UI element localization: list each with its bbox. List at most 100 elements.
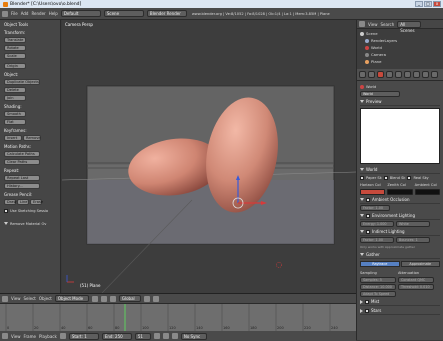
horizon-color-swatch[interactable] (360, 188, 386, 195)
remove-keyframe-button[interactable]: Remove (23, 135, 41, 141)
ao-factor-field[interactable]: Factor: 1.00 (360, 204, 390, 211)
approximate-tab[interactable]: Approximate (400, 261, 440, 267)
editor-type-icon[interactable] (2, 295, 8, 302)
render-tab-icon[interactable] (359, 71, 366, 78)
sampling-method-field[interactable]: Constant QMC (398, 276, 434, 283)
mist-checkbox[interactable] (365, 299, 369, 304)
origin-button[interactable]: Origin (4, 63, 26, 69)
maximize-button[interactable]: □ (424, 1, 432, 7)
scale-button[interactable]: Scale (4, 53, 26, 59)
mode-selector[interactable]: Object Mode (54, 295, 89, 302)
texture-tab-icon[interactable] (431, 71, 438, 78)
samples-field[interactable]: Samples: 5 (360, 276, 396, 283)
outliner-menu-view[interactable]: View (368, 22, 378, 27)
data-tab-icon[interactable] (413, 71, 420, 78)
3d-viewport[interactable]: Camera Persp (51) Plane (62, 20, 356, 293)
pivot-point-icon[interactable] (100, 295, 107, 302)
distance-field[interactable]: Distance: 10.000 (360, 283, 396, 290)
start-frame-field[interactable]: Start: 1 (68, 332, 99, 340)
menu-help[interactable]: Help (49, 11, 58, 16)
menu-playback[interactable]: Playback (39, 334, 57, 339)
viewport-shading-icon[interactable] (91, 295, 98, 302)
indirect-bounces-field[interactable]: Bounces: 1 (396, 236, 430, 243)
duplicate-objects-button[interactable]: Duplicate Objects (4, 79, 40, 85)
smooth-button[interactable]: Smooth (4, 111, 26, 117)
outliner-item[interactable]: Plane (360, 58, 440, 65)
blend-sky-checkbox[interactable] (383, 175, 388, 180)
minimize-button[interactable]: _ (415, 1, 423, 7)
menu-view[interactable]: View (11, 334, 21, 339)
render-engine-field[interactable]: Blender Render (146, 10, 187, 17)
end-frame-field[interactable]: End: 250 (101, 332, 132, 340)
paper-sky-checkbox[interactable] (360, 175, 364, 180)
threshold-field[interactable]: Threshold: 0.010 (398, 283, 434, 290)
env-color-field[interactable]: White (396, 220, 430, 227)
outliner-item[interactable]: RenderLayers (360, 37, 440, 44)
play-icon[interactable] (162, 333, 169, 339)
editor-type-icon[interactable] (2, 10, 8, 17)
env-energy-field[interactable]: Energy: 1.000 (360, 220, 394, 227)
real-sky-checkbox[interactable] (407, 175, 412, 180)
sketching-checkbox[interactable] (4, 208, 8, 213)
menu-object[interactable]: Object (39, 296, 52, 301)
indirect-lighting-header[interactable]: Indirect Lighting (360, 228, 440, 236)
ambient-color-swatch[interactable] (414, 188, 440, 195)
menu-select[interactable]: Select (24, 296, 36, 301)
line-button[interactable]: Line (17, 199, 29, 205)
outliner-item[interactable]: Camera (360, 51, 440, 58)
jump-start-icon[interactable] (153, 333, 160, 339)
environment-lighting-checkbox[interactable] (366, 213, 370, 218)
sync-mode-field[interactable]: No Sync (180, 332, 207, 340)
indirect-lighting-checkbox[interactable] (366, 229, 370, 234)
gather-header[interactable]: Gather (360, 251, 440, 259)
rotate-button[interactable]: Rotate (4, 45, 26, 51)
ambient-occlusion-checkbox[interactable] (366, 197, 370, 202)
outliner-item[interactable]: World (360, 44, 440, 51)
remove-material-row[interactable]: Remove Material Ov (4, 220, 56, 227)
translate-button[interactable]: Translate (4, 37, 26, 43)
editor-type-icon[interactable] (2, 333, 8, 339)
menu-render[interactable]: Render (31, 11, 45, 16)
outliner-menu-search[interactable]: Search (381, 22, 395, 27)
indirect-factor-field[interactable]: Factor: 1.00 (360, 236, 394, 243)
menu-view[interactable]: View (11, 296, 21, 301)
manipulator-icon[interactable] (109, 295, 116, 302)
snap-icon[interactable] (152, 295, 159, 302)
repeat-last-button[interactable]: Repeat Last (4, 175, 40, 181)
jump-end-icon[interactable] (171, 333, 178, 339)
erase-button[interactable]: Erase (30, 199, 43, 205)
transform-orientation-field[interactable]: Global (118, 295, 141, 302)
calculate-paths-button[interactable]: Calculate Paths (4, 151, 40, 157)
constraints-tab-icon[interactable] (395, 71, 402, 78)
zenith-color-swatch[interactable] (387, 188, 413, 195)
object-tab-icon[interactable] (386, 71, 393, 78)
timeline-track[interactable]: 0 20 40 60 80 100 120 140 160 180 200 220 240 (0, 304, 356, 331)
modifiers-tab-icon[interactable] (404, 71, 411, 78)
scene-tab-icon[interactable] (368, 71, 375, 78)
flat-button[interactable]: Flat (4, 119, 26, 125)
world-datablock-field[interactable]: World (360, 90, 400, 97)
stars-header[interactable]: Stars (360, 307, 440, 315)
screen-layout-field[interactable]: Default (60, 10, 101, 17)
preview-panel-header[interactable]: Preview (360, 98, 440, 106)
current-frame-field[interactable]: 51 (134, 332, 151, 340)
raytrace-tab[interactable]: Raytrace (360, 261, 400, 267)
menu-frame[interactable]: Frame (24, 334, 36, 339)
layers-icon[interactable] (143, 295, 150, 302)
history-button[interactable]: History... (4, 183, 40, 189)
clear-paths-button[interactable]: Clear Paths (4, 159, 40, 165)
world-panel-header[interactable]: World (360, 166, 440, 174)
adapt-to-speed-field[interactable]: Adapt To Speed (360, 290, 396, 297)
stars-checkbox[interactable] (365, 308, 369, 313)
menu-add[interactable]: Add (21, 11, 29, 16)
mist-header[interactable]: Mist (360, 298, 440, 306)
delete-button[interactable]: Delete (4, 87, 26, 93)
material-tab-icon[interactable] (422, 71, 429, 78)
record-icon[interactable] (59, 333, 66, 339)
editor-type-icon[interactable] (359, 21, 365, 27)
insert-keyframe-button[interactable]: Insert (4, 135, 22, 141)
menu-file[interactable]: File (11, 11, 18, 16)
world-tab-icon[interactable] (377, 71, 384, 78)
outliner-display-field[interactable]: All Scenes (397, 20, 422, 33)
join-button[interactable]: Join (4, 95, 26, 101)
